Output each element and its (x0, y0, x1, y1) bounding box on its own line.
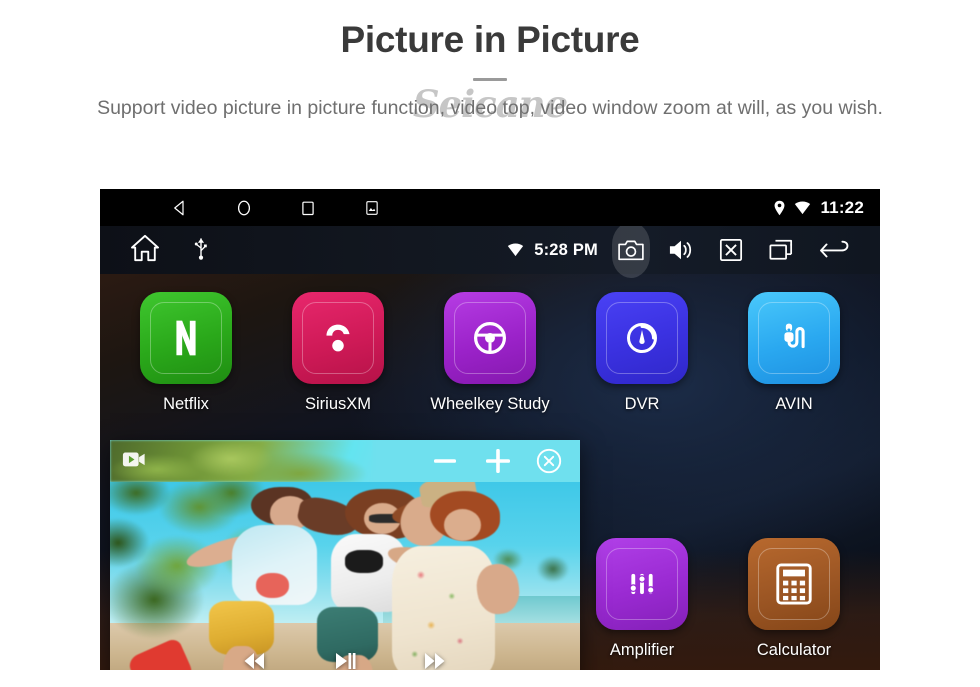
app-calculator[interactable]: Calculator (718, 538, 870, 660)
app-label-wheelkey-study: Wheelkey Study (430, 395, 550, 413)
status-bar-nav-group (148, 189, 404, 226)
speaker-volume-icon (669, 240, 692, 260)
pip-title-bar-video-bleed (110, 440, 374, 482)
usb-icon (194, 237, 207, 260)
app-icon-dvr (596, 292, 688, 384)
minus-icon (434, 459, 456, 463)
back-button[interactable] (808, 226, 860, 274)
close-circle-icon (536, 448, 562, 474)
calculator-icon (776, 563, 812, 605)
home-icon (131, 234, 159, 261)
wifi-icon (508, 243, 524, 257)
pip-video-surface[interactable]: Seicane (110, 482, 580, 670)
pip-controls (430, 445, 562, 477)
nav-recents-button[interactable] (276, 189, 340, 226)
pip-source-button[interactable] (122, 449, 146, 474)
camera-icon (618, 240, 644, 261)
triangle-back-icon (174, 200, 184, 215)
app-label-siriusxm: SiriusXM (304, 395, 371, 413)
square-recents-icon (302, 201, 314, 215)
page-title: Picture in Picture (340, 19, 640, 60)
app-bar-left-group (130, 234, 208, 267)
pip-previous-button[interactable] (241, 650, 267, 670)
scene-person2-inner (345, 550, 383, 574)
back-arrow-icon (820, 240, 849, 258)
app-label-netflix: Netflix (163, 395, 209, 413)
page-subtitle: Support video picture in picture functio… (97, 97, 883, 120)
app-icon-netflix (140, 292, 232, 384)
multi-window-icon (769, 239, 793, 260)
home-screen-wallpaper: Netflix SiriusXM Wheelkey Study DVR AVIN… (100, 274, 880, 670)
page-header: Picture in Picture Support video picture… (0, 0, 980, 126)
app-icon-wheelkey-study (444, 292, 536, 384)
app-icon-calculator (748, 538, 840, 630)
screenshot-button[interactable] (340, 189, 404, 226)
app-label-amplifier: Amplifier (609, 641, 675, 659)
scene-person1-print (255, 573, 289, 599)
screenshot-icon (366, 200, 378, 215)
nav-back-button[interactable] (148, 189, 212, 226)
app-label-dvr: DVR (624, 395, 660, 413)
app-icon-amplifier (596, 538, 688, 630)
pip-zoom-in-button[interactable] (482, 445, 514, 477)
device-screen: 11:22 5:28 PM Netflix SiriusXM Wheelkey … (100, 189, 880, 670)
app-avin[interactable]: AVIN (718, 292, 870, 476)
wifi-icon (795, 200, 811, 214)
pip-title-bar[interactable] (110, 440, 580, 482)
android-status-bar: 11:22 (100, 189, 880, 226)
screenshot-camera-button[interactable] (608, 222, 654, 278)
gauge-icon (627, 323, 657, 353)
mute-button[interactable] (708, 226, 754, 274)
home-button[interactable] (130, 234, 160, 267)
multi-window-button[interactable] (758, 226, 804, 274)
app-bar-clock: 5:28 PM (534, 240, 598, 259)
skip-next-icon (425, 653, 445, 669)
equalizer-icon (629, 573, 655, 595)
title-divider (473, 78, 507, 82)
app-dvr[interactable]: DVR (566, 292, 718, 476)
video-camera-icon (122, 452, 145, 466)
app-label-avin: AVIN (775, 395, 813, 413)
pip-close-button[interactable] (536, 448, 562, 474)
status-bar-clock: 11:22 (820, 197, 864, 217)
pip-next-button[interactable] (423, 650, 449, 670)
app-icon-siriusxm (292, 292, 384, 384)
usb-button[interactable] (194, 235, 208, 266)
app-bar-right-group: 5:28 PM (507, 222, 860, 278)
volume-button[interactable] (658, 226, 704, 274)
netflix-icon (176, 320, 196, 356)
pip-playback-controls (110, 650, 580, 670)
circle-home-icon (237, 200, 251, 215)
skip-previous-icon (244, 653, 264, 669)
app-amplifier[interactable]: Amplifier (566, 538, 718, 660)
siriusxm-icon (326, 324, 350, 352)
status-bar-indicators: 11:22 (774, 198, 864, 218)
pip-zoom-out-button[interactable] (430, 446, 460, 476)
plus-icon (486, 449, 510, 473)
play-pause-icon (336, 653, 356, 669)
app-icon-avin (748, 292, 840, 384)
pip-window[interactable]: Seicane (110, 440, 580, 670)
mute-x-icon (719, 238, 743, 262)
video-frame-content (110, 482, 580, 670)
app-label-calculator: Calculator (756, 641, 832, 659)
pip-play-pause-button[interactable] (333, 650, 357, 670)
system-app-bar: 5:28 PM (100, 222, 880, 278)
location-pin-icon (775, 200, 785, 215)
rca-plug-icon (784, 323, 805, 349)
nav-home-button[interactable] (212, 189, 276, 226)
steering-icon (473, 321, 507, 355)
